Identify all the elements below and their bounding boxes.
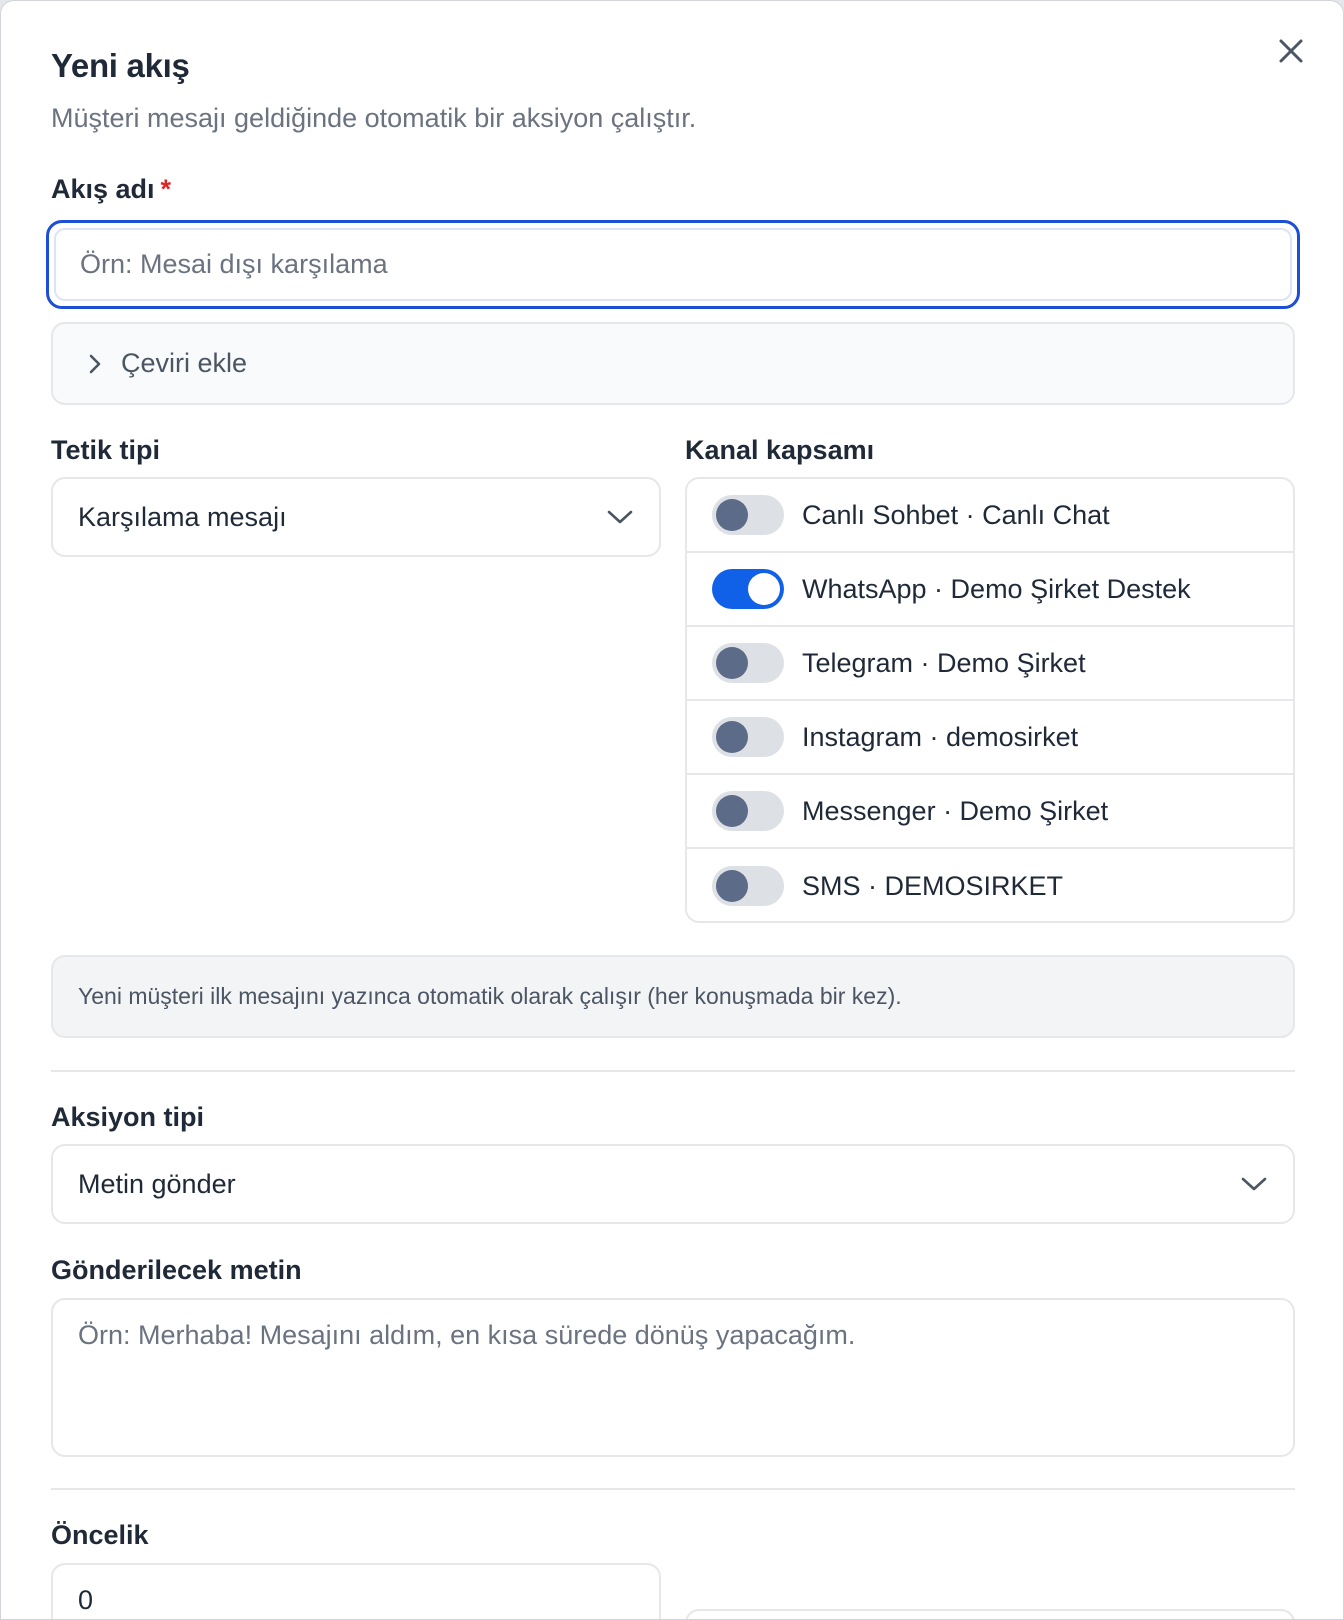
- flow-name-field: [46, 220, 1300, 309]
- priority-value: 0: [78, 1585, 94, 1615]
- message-text-input[interactable]: [78, 1320, 1268, 1435]
- channel-toggle-sms[interactable]: [712, 866, 784, 906]
- trigger-type-select[interactable]: Karşılama mesajı: [51, 477, 661, 557]
- new-flow-dialog: Yeni akış Müşteri mesajı geldiğinde otom…: [0, 0, 1344, 1620]
- channel-toggle-live-chat[interactable]: [712, 495, 784, 535]
- message-text-label: Gönderilecek metin: [51, 1255, 302, 1285]
- toggle-knob: [716, 647, 748, 679]
- add-translation-toggle[interactable]: Çeviri ekle: [51, 322, 1295, 405]
- channel-label: Telegram · Demo Şirket: [802, 647, 1086, 678]
- section-divider: [51, 1488, 1295, 1490]
- channel-row-telegram: Telegram · Demo Şirket: [687, 627, 1293, 701]
- action-type-value: Metin gönder: [78, 1168, 236, 1199]
- chevron-down-icon: [607, 510, 633, 524]
- flow-name-label: Akış adı *: [51, 174, 171, 205]
- action-type-select[interactable]: Metin gönder: [51, 1144, 1295, 1224]
- message-text-field: [51, 1298, 1295, 1457]
- toggle-knob: [716, 721, 748, 753]
- trigger-type-value: Karşılama mesajı: [78, 501, 287, 532]
- secondary-field[interactable]: [685, 1609, 1295, 1619]
- trigger-info-box: Yeni müşteri ilk mesajını yazınca otomat…: [51, 955, 1295, 1038]
- dialog-title: Yeni akış: [51, 47, 190, 84]
- channel-toggle-telegram[interactable]: [712, 643, 784, 683]
- channel-label: Instagram · demosirket: [802, 721, 1079, 752]
- channel-row-whatsapp: WhatsApp · Demo Şirket Destek: [687, 553, 1293, 627]
- required-mark: *: [160, 174, 172, 204]
- channel-toggle-whatsapp[interactable]: [712, 569, 784, 609]
- close-icon: [1279, 39, 1303, 63]
- channel-toggle-instagram[interactable]: [712, 717, 784, 757]
- channel-row-live-chat: Canlı Sohbet · Canlı Chat: [687, 479, 1293, 553]
- chevron-down-icon: [1241, 1177, 1267, 1191]
- section-divider: [51, 1070, 1295, 1072]
- dialog-subtitle: Müşteri mesajı geldiğinde otomatik bir a…: [51, 103, 697, 133]
- channel-row-instagram: Instagram · demosirket: [687, 701, 1293, 775]
- toggle-knob: [716, 499, 748, 531]
- channel-label: Canlı Sohbet · Canlı Chat: [802, 499, 1110, 530]
- channel-label: Messenger · Demo Şirket: [802, 795, 1109, 826]
- channel-label: SMS · DEMOSIRKET: [802, 870, 1064, 901]
- toggle-knob: [716, 870, 748, 902]
- add-translation-label: Çeviri ekle: [121, 348, 248, 378]
- channel-scope-list: Canlı Sohbet · Canlı Chat WhatsApp · Dem…: [685, 477, 1295, 923]
- channel-row-messenger: Messenger · Demo Şirket: [687, 775, 1293, 849]
- action-type-label: Aksiyon tipi: [51, 1102, 205, 1132]
- channel-scope-label: Kanal kapsamı: [685, 435, 875, 465]
- channel-label: WhatsApp · Demo Şirket Destek: [802, 573, 1191, 604]
- priority-input[interactable]: 0: [51, 1563, 661, 1619]
- flow-name-field-inner: [54, 228, 1292, 301]
- priority-label: Öncelik: [51, 1520, 149, 1550]
- channel-toggle-messenger[interactable]: [712, 791, 784, 831]
- channel-row-sms: SMS · DEMOSIRKET: [687, 849, 1293, 921]
- trigger-type-label: Tetik tipi: [51, 435, 161, 465]
- toggle-knob: [748, 573, 780, 605]
- chevron-right-icon: [87, 352, 103, 376]
- toggle-knob: [716, 795, 748, 827]
- flow-name-input[interactable]: [80, 249, 1290, 280]
- flow-name-label-text: Akış adı: [51, 174, 155, 204]
- close-button[interactable]: [1275, 35, 1307, 67]
